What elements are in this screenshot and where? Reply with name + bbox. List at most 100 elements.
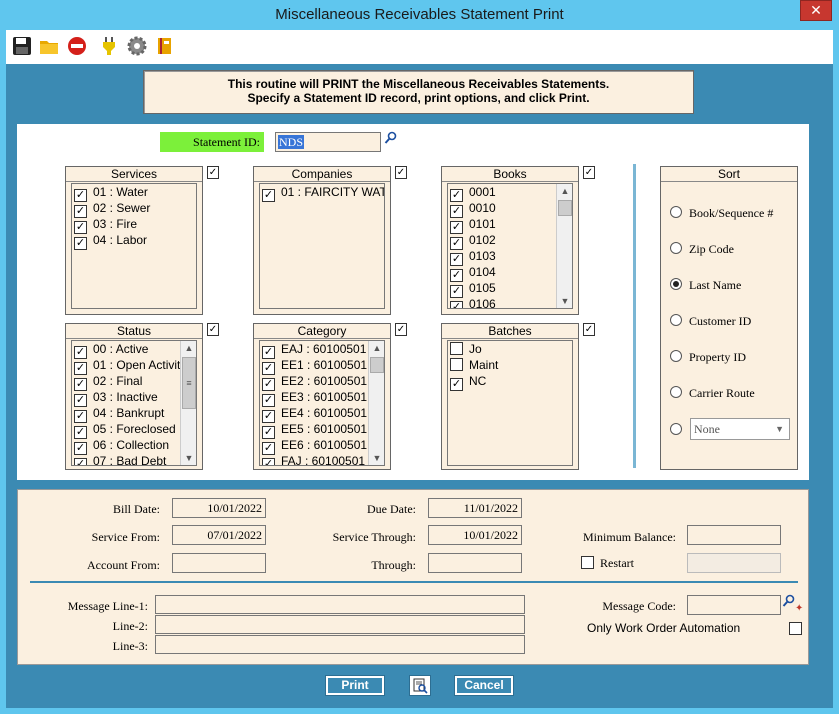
gear-icon[interactable] <box>127 36 147 56</box>
service-from-field[interactable]: 07/01/2022 <box>172 525 266 545</box>
stop-icon[interactable] <box>67 36 87 56</box>
clipboard-check-icon[interactable]: ✓ <box>395 166 407 179</box>
list-item[interactable]: ✓ 03 : Inactive <box>74 389 158 407</box>
list-item[interactable]: ✓ EE6 : 60100501 <box>262 437 367 455</box>
cancel-button[interactable]: Cancel <box>454 675 514 696</box>
instruction-banner: This routine will PRINT the Miscellaneou… <box>143 70 694 114</box>
statement-id-input[interactable]: NDS <box>275 132 381 152</box>
list-item[interactable]: ✓ 01 : Water <box>74 184 148 202</box>
clipboard-check-icon[interactable]: ✓ <box>207 323 219 336</box>
search-icon[interactable] <box>384 131 398 145</box>
scroll-up-icon[interactable]: ▲ <box>557 184 572 198</box>
sort-radio-extra[interactable] <box>670 423 682 435</box>
books-scrollbar[interactable]: ▲ ▼ <box>556 184 572 308</box>
checkbox[interactable]: ✓ <box>74 458 87 465</box>
list-item[interactable]: ✓ 06 : Collection <box>74 437 169 455</box>
minimum-balance-field[interactable] <box>687 525 781 545</box>
restart-checkbox[interactable] <box>581 556 594 569</box>
category-scrollbar[interactable]: ▲ ▼ <box>368 341 384 465</box>
bill-date-field[interactable]: 10/01/2022 <box>172 498 266 518</box>
scroll-up-icon[interactable]: ▲ <box>369 341 384 355</box>
list-item[interactable]: ✓ 00 : Active <box>74 341 148 359</box>
checkbox[interactable]: ✓ <box>262 458 275 465</box>
print-button[interactable]: Print <box>325 675 385 696</box>
message-line-2-label: Line-2: <box>112 619 148 633</box>
service-through-field[interactable]: 10/01/2022 <box>428 525 522 545</box>
message-code-field[interactable] <box>687 595 781 615</box>
scroll-thumb[interactable] <box>558 200 572 216</box>
sort-radio-carrier-route[interactable] <box>670 386 682 398</box>
search-icon[interactable] <box>782 594 796 608</box>
list-item[interactable]: ✓ EE1 : 60100501 <box>262 357 367 375</box>
list-item[interactable]: ✓ 01 : Open Activit <box>74 357 180 375</box>
checkbox[interactable]: ✓ <box>450 378 463 391</box>
scroll-down-icon[interactable]: ▼ <box>369 451 384 465</box>
folder-icon[interactable] <box>39 36 59 56</box>
account-from-field[interactable] <box>172 553 266 573</box>
scroll-down-icon[interactable]: ▼ <box>557 294 572 308</box>
list-item[interactable]: ✓ 02 : Sewer <box>74 200 150 218</box>
checkbox[interactable]: ✓ <box>262 189 275 202</box>
list-item[interactable]: ✓ EE2 : 60100501 <box>262 373 367 391</box>
book-icon[interactable] <box>155 36 175 56</box>
batches-box: Batches Jo Maint ✓ NC <box>441 323 579 470</box>
checkbox[interactable]: ✓ <box>74 237 87 250</box>
close-button[interactable]: ✕ <box>800 0 832 21</box>
checkbox[interactable]: ✓ <box>450 301 463 308</box>
checkbox[interactable] <box>450 342 463 355</box>
list-item[interactable]: ✓ 04 : Labor <box>74 232 147 250</box>
account-from-label: Account From: <box>87 558 160 572</box>
list-item[interactable]: ✓ 0102 <box>450 232 496 250</box>
scroll-up-icon[interactable]: ▲ <box>181 341 196 355</box>
message-line-2-field[interactable] <box>155 615 525 634</box>
list-item[interactable]: ✓ 0105 <box>450 280 496 298</box>
clipboard-check-icon[interactable]: ✓ <box>583 166 595 179</box>
list-item[interactable]: ✓ 0101 <box>450 216 496 234</box>
list-item[interactable]: ✓ EE3 : 60100501 <box>262 389 367 407</box>
checkbox[interactable] <box>450 358 463 371</box>
list-item[interactable]: Maint <box>450 357 498 373</box>
sort-radio-book-sequence[interactable] <box>670 206 682 218</box>
list-item[interactable]: ✓ EE5 : 60100501 <box>262 421 367 439</box>
statement-id-label: Statement ID: <box>160 132 264 152</box>
clipboard-check-icon[interactable]: ✓ <box>395 323 407 336</box>
sort-radio-zip-code[interactable] <box>670 242 682 254</box>
status-scrollbar[interactable]: ▲ ≡ ▼ <box>180 341 196 465</box>
scroll-down-icon[interactable]: ▼ <box>181 451 196 465</box>
clipboard-check-icon[interactable]: ✓ <box>583 323 595 336</box>
through-field[interactable] <box>428 553 522 573</box>
list-item[interactable]: ✓ 0001 <box>450 184 496 202</box>
list-item[interactable]: ✓ 05 : Foreclosed <box>74 421 176 439</box>
list-item[interactable]: ✓ 03 : Fire <box>74 216 137 234</box>
clipboard-check-icon[interactable]: ✓ <box>207 166 219 179</box>
list-item[interactable]: ✓ FAJ : 60100501 <box>262 453 365 465</box>
due-date-field[interactable]: 11/01/2022 <box>428 498 522 518</box>
print-preview-icon[interactable] <box>409 675 431 696</box>
sort-extra-select[interactable]: None ▼ <box>690 418 790 440</box>
scroll-thumb[interactable] <box>370 357 384 373</box>
list-item[interactable]: ✓ EE4 : 60100501 <box>262 405 367 423</box>
list-item[interactable]: ✓ NC <box>450 373 486 391</box>
list-item[interactable]: ✓ 01 : FAIRCITY WAT <box>262 184 384 202</box>
sort-label-carrier-route: Carrier Route <box>689 386 755 400</box>
scroll-thumb[interactable]: ≡ <box>182 357 196 409</box>
plug-icon[interactable] <box>99 36 119 56</box>
list-item[interactable]: ✓ EAJ : 60100501 <box>262 341 366 359</box>
sort-radio-last-name[interactable] <box>670 278 682 290</box>
list-item[interactable]: Jo <box>450 341 482 357</box>
message-line-1-field[interactable] <box>155 595 525 614</box>
sort-radio-property-id[interactable] <box>670 350 682 362</box>
save-icon[interactable] <box>12 36 32 56</box>
companies-list: ✓ 01 : FAIRCITY WAT <box>259 183 385 309</box>
list-item[interactable]: ✓ 0103 <box>450 248 496 266</box>
list-item[interactable]: ✓ 02 : Final <box>74 373 142 391</box>
work-order-checkbox[interactable] <box>789 622 803 635</box>
list-item[interactable]: ✓ 0106 <box>450 296 496 308</box>
message-line-3-field[interactable] <box>155 635 525 654</box>
list-item[interactable]: ✓ 0104 <box>450 264 496 282</box>
list-item[interactable]: ✓ 04 : Bankrupt <box>74 405 164 423</box>
list-item[interactable]: ✓ 07 : Bad Debt <box>74 453 166 465</box>
sparkle-icon: ✦ <box>795 603 804 614</box>
list-item[interactable]: ✓ 0010 <box>450 200 496 218</box>
sort-radio-customer-id[interactable] <box>670 314 682 326</box>
